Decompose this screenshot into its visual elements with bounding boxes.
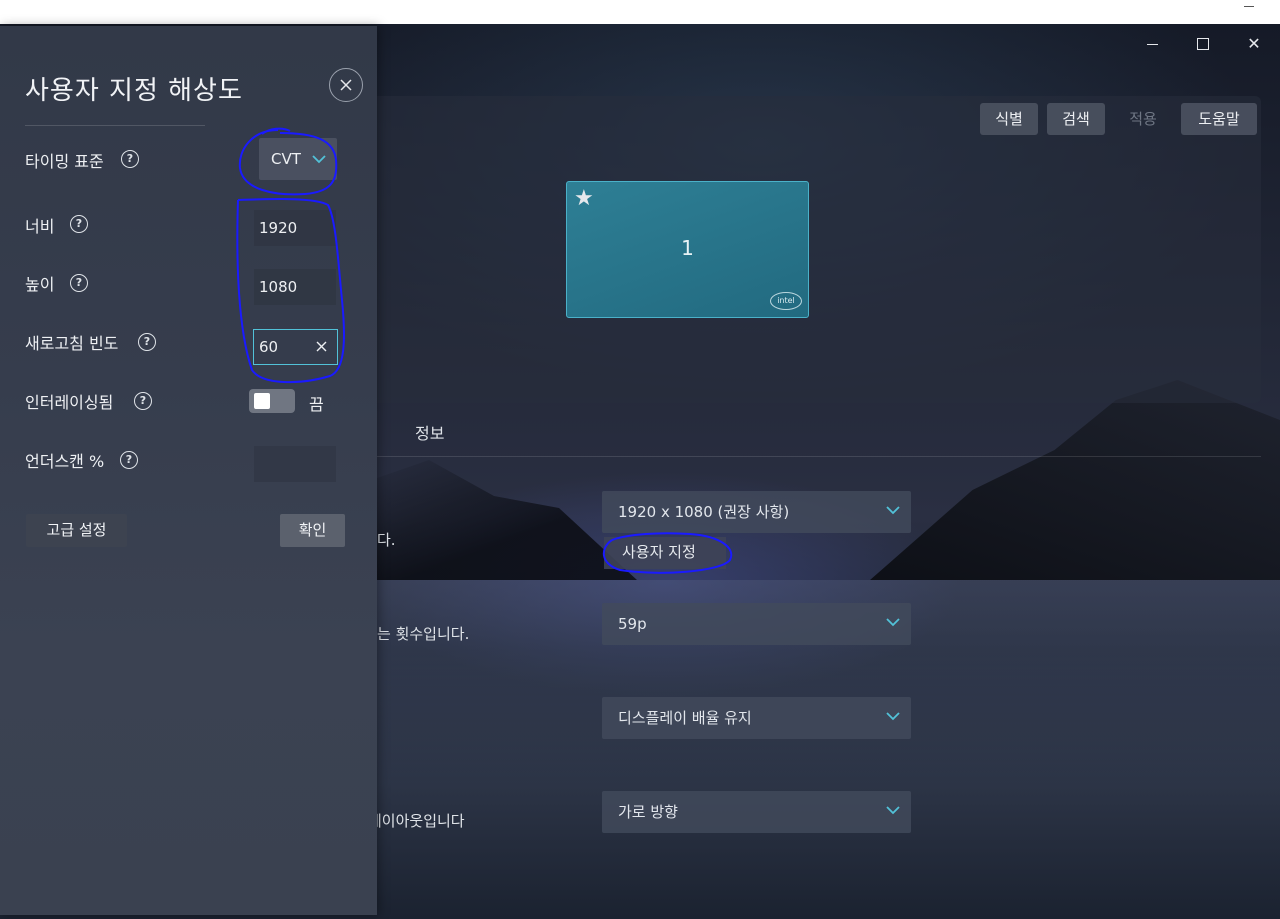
refresh-rate-input[interactable]: 60 [253, 329, 338, 365]
chevron-down-icon [886, 806, 900, 815]
chevron-down-icon [886, 506, 900, 515]
refresh-rate-input-value: 60 [259, 338, 279, 356]
width-input[interactable]: 1920 [254, 210, 336, 246]
intel-logo: intel [770, 292, 802, 310]
display-preview-panel [377, 96, 1261, 403]
display-1-tile[interactable]: ★ 1 intel [566, 181, 809, 318]
interlaced-state: 끔 [309, 395, 324, 414]
height-input[interactable]: 1080 [254, 269, 336, 305]
orientation-description: 레이아웃입니다 [368, 812, 465, 830]
help-icon[interactable]: ? [134, 392, 152, 410]
apply-button[interactable]: 적용 [1114, 103, 1172, 135]
display-number: 1 [681, 236, 694, 260]
chevron-down-icon [886, 712, 900, 721]
minimize-icon[interactable] [1142, 36, 1162, 52]
timing-standard-value: CVT [271, 150, 301, 168]
refresh-rate-label: 새로고침 빈도 [25, 334, 119, 353]
help-button[interactable]: 도움말 [1181, 103, 1257, 135]
underscan-input[interactable] [254, 446, 336, 482]
help-icon[interactable]: ? [138, 333, 156, 351]
panel-close-button[interactable] [329, 68, 363, 102]
detect-button[interactable]: 검색 [1047, 103, 1105, 135]
title-divider [25, 125, 205, 126]
primary-star-icon: ★ [574, 186, 594, 211]
outer-title-bar [0, 0, 1280, 25]
timing-standard-label: 타이밍 표준 [25, 152, 104, 171]
resolution-value: 1920 x 1080 (권장 사항) [618, 503, 790, 521]
width-label: 너비 [25, 217, 55, 236]
help-icon[interactable]: ? [120, 451, 138, 469]
panel-title: 사용자 지정 해상도 [25, 76, 243, 106]
orientation-value: 가로 방향 [618, 803, 678, 821]
refresh-rate-value: 59p [618, 615, 647, 633]
interlaced-label: 인터레이싱됨 [25, 393, 114, 412]
chevron-down-icon [886, 618, 900, 627]
resolution-description: 다. [377, 531, 396, 549]
timing-standard-select[interactable]: CVT [259, 138, 337, 180]
close-icon[interactable]: ✕ [1244, 36, 1264, 52]
height-label: 높이 [25, 275, 55, 294]
help-icon[interactable]: ? [121, 150, 139, 168]
clear-icon[interactable] [315, 340, 328, 353]
orientation-dropdown[interactable]: 가로 방향 [602, 791, 911, 833]
close-icon [340, 79, 352, 91]
scaling-dropdown[interactable]: 디스플레이 배율 유지 [602, 697, 911, 739]
chevron-down-icon [312, 155, 326, 164]
scaling-value: 디스플레이 배율 유지 [618, 709, 752, 727]
custom-resolution-option[interactable]: 사용자 지정 [604, 537, 726, 569]
resolution-dropdown[interactable]: 1920 x 1080 (권장 사항) [602, 491, 911, 533]
identify-button[interactable]: 식별 [980, 103, 1038, 135]
maximize-icon[interactable] [1193, 36, 1213, 52]
advanced-settings-button[interactable]: 고급 설정 [26, 514, 127, 547]
ok-button[interactable]: 확인 [280, 514, 345, 547]
help-icon[interactable]: ? [70, 274, 88, 292]
tab-info[interactable]: 정보 [415, 420, 444, 444]
help-icon[interactable]: ? [70, 215, 88, 233]
underscan-label: 언더스캔 % [25, 452, 105, 471]
toggle-knob [254, 393, 270, 409]
custom-resolution-panel: 사용자 지정 해상도 타이밍 표준 ? CVT 너비 ? 1920 높이 ? 1… [0, 26, 377, 915]
interlaced-toggle[interactable] [249, 389, 295, 413]
tab-divider [377, 456, 1261, 457]
outer-minimize-icon[interactable] [1244, 6, 1254, 7]
refresh-description: 는 횟수입니다. [377, 625, 470, 643]
refresh-rate-dropdown[interactable]: 59p [602, 603, 911, 645]
